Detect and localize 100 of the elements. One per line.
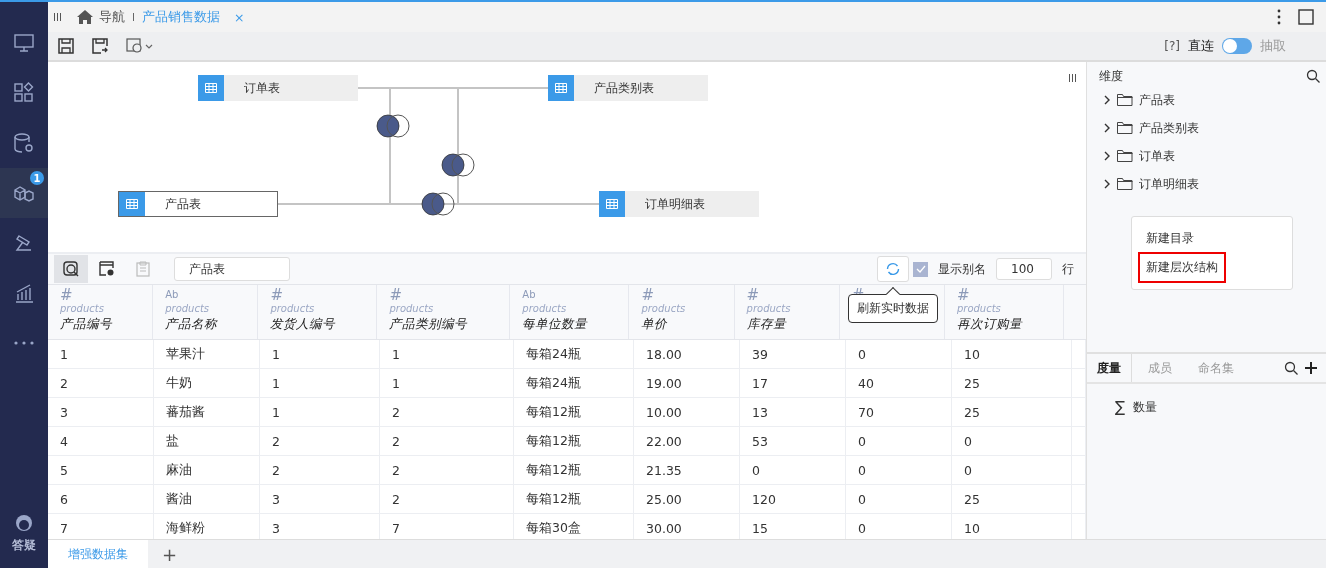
show-alias-label: 显示别名 (938, 260, 986, 278)
text-type-icon: Ab (522, 287, 536, 303)
table-cell: 每箱24瓶 (514, 340, 634, 368)
table-node[interactable]: 产品表 (118, 191, 278, 217)
table-cell: 0 (846, 340, 952, 368)
table-cell: 5 (48, 456, 154, 484)
text-type-icon: Ab (165, 287, 179, 303)
column-name: 产品名称 (165, 315, 218, 333)
column-header[interactable]: Ab products 每单位数量 (510, 285, 630, 339)
refresh-button[interactable] (877, 256, 909, 282)
table-cell: 每箱24瓶 (514, 369, 634, 397)
folder-item[interactable]: 产品表 (1087, 86, 1326, 114)
mode-toggle[interactable] (1222, 38, 1252, 54)
table-node[interactable]: 产品类别表 (548, 75, 708, 101)
join-icon[interactable] (439, 152, 477, 178)
table-cell: 21.35 (634, 456, 740, 484)
table-name-field[interactable]: 产品表 (174, 257, 290, 281)
column-header[interactable]: # products 单价 (629, 285, 735, 339)
table-cell: 每箱12瓶 (514, 485, 634, 513)
folder-item[interactable]: 产品类别表 (1087, 114, 1326, 142)
preview-icon[interactable] (54, 255, 88, 283)
menu-item[interactable]: 新建层次结构 (1140, 254, 1224, 281)
table-node[interactable]: 订单表 (198, 75, 358, 101)
column-name: 发货人编号 (270, 315, 336, 333)
table-cell: 2 (48, 369, 154, 397)
table-icon (555, 83, 567, 93)
refresh-icon (885, 261, 901, 277)
mode-option[interactable]: 直连 (1188, 37, 1214, 55)
grip-icon[interactable] (1069, 74, 1076, 82)
table-cell: 1 (260, 398, 380, 426)
more-icon (14, 341, 34, 345)
table-node[interactable]: 订单明细表 (599, 191, 759, 217)
table-cell: 0 (846, 485, 952, 513)
apps-icon (13, 82, 35, 104)
table-cell: 1 (380, 340, 514, 368)
save-as-icon[interactable] (92, 38, 108, 54)
column-name: 产品类别编号 (389, 315, 468, 333)
number-type-icon: # (270, 287, 283, 303)
maximize-icon[interactable] (1298, 9, 1314, 25)
show-alias-checkbox[interactable] (913, 261, 928, 277)
table-cell: 2 (380, 456, 514, 484)
table-cell: 6 (48, 485, 154, 513)
column-source: products (641, 303, 686, 315)
table-cell: 120 (740, 485, 846, 513)
column-header[interactable]: # products 产品类别编号 (377, 285, 511, 339)
folder-item[interactable]: 订单表 (1087, 142, 1326, 170)
table-icon (205, 83, 217, 93)
column-header[interactable]: Ab products 产品名称 (153, 285, 259, 339)
number-type-icon: # (641, 287, 654, 303)
help-link[interactable]: [?] (1164, 39, 1180, 53)
table-cell: 盐 (154, 427, 260, 455)
column-header[interactable]: # products 库存量 (734, 285, 840, 339)
column-name: 再次订购量 (956, 315, 1022, 333)
more-vertical-icon[interactable] (1276, 9, 1282, 25)
table-cell: 25 (952, 369, 1072, 397)
column-source: products (522, 303, 567, 315)
join-icon[interactable] (419, 191, 457, 217)
table-cell: 25 (952, 485, 1072, 513)
table-cell: 53 (740, 427, 846, 455)
table-cell: 苹果汁 (154, 340, 260, 368)
column-source: products (956, 303, 1001, 315)
help-button[interactable]: 答疑 (0, 513, 48, 568)
chevron-right-icon[interactable] (1103, 123, 1111, 133)
table-cell: 1 (380, 369, 514, 397)
folder-icon (1117, 122, 1133, 134)
chevron-right-icon[interactable] (1103, 151, 1111, 161)
number-type-icon: # (956, 287, 970, 303)
table-cell: 3 (48, 398, 154, 426)
column-header[interactable]: # products 再次订购量 (944, 285, 1064, 339)
monitor-icon (13, 32, 35, 54)
table-cell: 22.00 (634, 427, 740, 455)
settings-dropdown-icon[interactable] (126, 38, 154, 54)
column-header[interactable]: # products 发货人编号 (258, 285, 378, 339)
navigation-tab[interactable]: 导航 (77, 8, 125, 26)
column-name: 每单位数量 (522, 315, 588, 333)
folder-icon (1117, 94, 1133, 106)
dimension-title: 维度 (1099, 67, 1123, 85)
add-icon[interactable] (1304, 361, 1318, 375)
table-cell: 蕃茄酱 (154, 398, 260, 426)
chevron-right-icon[interactable] (1103, 179, 1111, 189)
row-count-field[interactable]: 100 (996, 258, 1052, 280)
table-icon (606, 199, 618, 209)
measure-item[interactable]: ∑ 数量 (1087, 384, 1326, 416)
join-icon[interactable] (374, 113, 412, 139)
search-icon[interactable] (1306, 69, 1320, 83)
folder-icon (1117, 178, 1133, 190)
chevron-right-icon[interactable] (1103, 95, 1111, 105)
menu-item[interactable]: 新建目录 (1140, 225, 1200, 252)
table-cell: 每箱12瓶 (514, 398, 634, 426)
column-source: products (60, 303, 104, 315)
column-header[interactable]: # products 产品编号 (48, 285, 154, 339)
save-icon[interactable] (58, 38, 74, 54)
column-name: 单价 (641, 315, 668, 333)
panel-tab[interactable]: 度量 (1087, 354, 1132, 382)
add-tab-button[interactable]: + (156, 543, 184, 565)
grip-icon[interactable] (54, 13, 61, 21)
number-type-icon: # (746, 287, 760, 303)
search-icon[interactable] (1284, 361, 1298, 375)
bar-chart-icon (13, 282, 35, 304)
folder-item[interactable]: 订单明细表 (1087, 170, 1326, 198)
